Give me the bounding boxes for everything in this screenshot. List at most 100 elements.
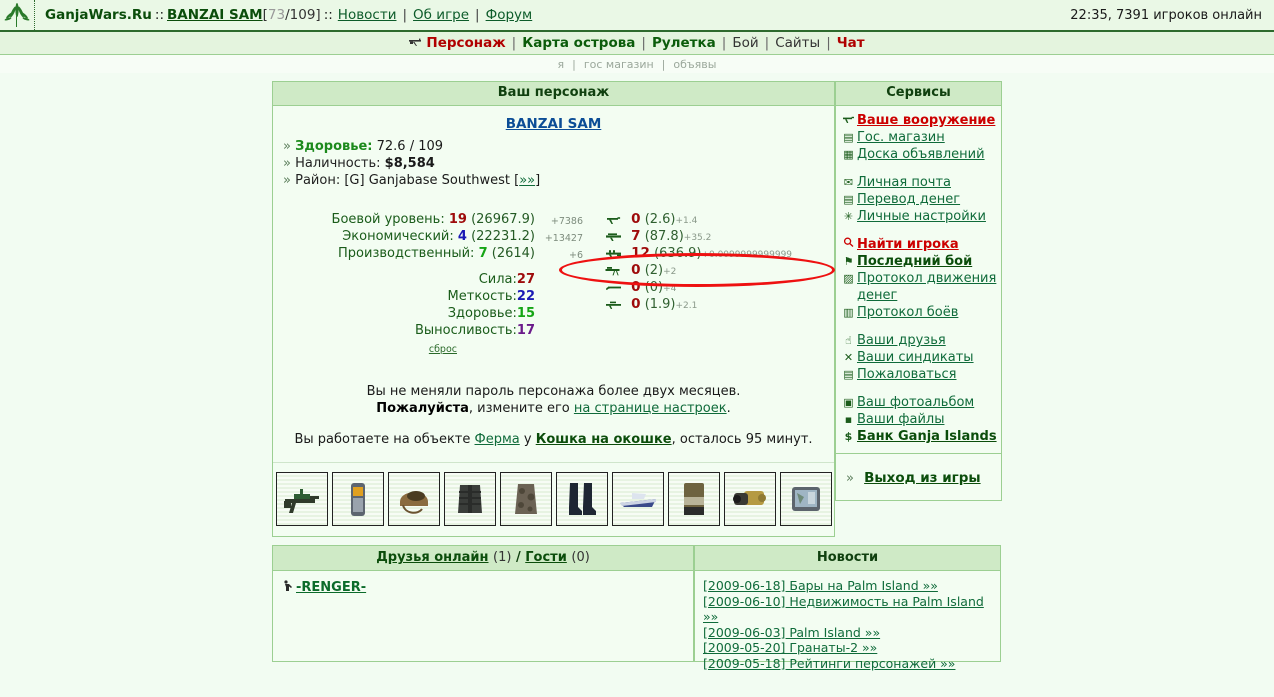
logout-panel: » Выход из игры <box>835 454 1002 501</box>
service-money-log[interactable]: ▨ Протокол движения денег <box>840 270 1001 304</box>
district-value: [G] Ganjabase Southwest <box>344 173 510 188</box>
service-personal-mail-link[interactable]: Личная почта <box>857 174 951 191</box>
item-backpack[interactable] <box>667 472 720 526</box>
service-your-friends-link[interactable]: Ваши друзья <box>857 332 946 349</box>
item-camo-jacket[interactable] <box>499 472 552 526</box>
item-body-armor-vest[interactable] <box>443 472 496 526</box>
settings-page-link[interactable]: на странице настроек <box>574 401 727 416</box>
work-owner-link[interactable]: Кошка на окошке <box>536 432 672 447</box>
service-photo-album[interactable]: ▣ Ваш фотоальбом <box>840 394 1001 411</box>
skill-row-machine-gun: 0 (2)+2 <box>605 262 834 279</box>
service-personal-settings[interactable]: ✳ Личные настройки <box>840 208 1001 225</box>
top-link-about[interactable]: Об игре <box>413 7 469 23</box>
service-complain-link[interactable]: Пожаловаться <box>857 366 957 383</box>
separator-1: :: <box>154 7 164 23</box>
character-name-link[interactable]: BANZAI SAM <box>506 116 602 132</box>
news-item-link-4[interactable]: [2009-05-20] Гранаты-2 »» <box>703 640 877 656</box>
news-item-link-5[interactable]: [2009-05-18] Рейтинги персонажей »» <box>703 656 955 671</box>
delta-combat: +7386 <box>550 216 583 227</box>
service-last-fight[interactable]: ⚑ Последний бой <box>840 253 1001 270</box>
service-money-transfer-link[interactable]: Перевод денег <box>857 191 960 208</box>
work-prefix: Вы работаете на объекте <box>294 432 475 447</box>
service-your-friends[interactable]: ☝ Ваши друзья <box>840 332 1001 349</box>
service-photo-album-link[interactable]: Ваш фотоальбом <box>857 394 974 411</box>
news-item[interactable]: [2009-06-03] Palm Island »» <box>703 625 1000 642</box>
level-combat-exp: (26967.9) <box>471 212 535 227</box>
services-gap-4 <box>840 383 1001 394</box>
service-find-player-link[interactable]: Найти игрока <box>857 236 959 253</box>
service-last-fight-link[interactable]: Последний бой <box>857 253 972 270</box>
service-bank-link[interactable]: Банк Ganja Islands <box>857 428 997 445</box>
friends-online-link[interactable]: Друзья онлайн <box>376 550 488 565</box>
board-icon: ▦ <box>843 148 854 161</box>
work-object-link[interactable]: Ферма <box>475 432 520 447</box>
service-gov-shop-link[interactable]: Гос. магазин <box>857 129 945 146</box>
friend-name-link[interactable]: -RENGER- <box>296 580 366 595</box>
service-fight-log[interactable]: ▥ Протокол боёв <box>840 304 1001 321</box>
magnifier-icon <box>840 236 857 253</box>
service-complain[interactable]: ▤ Пожаловаться <box>840 366 1001 383</box>
news-item[interactable]: [2009-05-18] Рейтинги персонажей »» <box>703 656 1000 673</box>
service-your-syndicates[interactable]: ✕ Ваши синдикаты <box>840 349 1001 366</box>
level-economic-exp: (22231.2) <box>471 229 535 244</box>
top-link-forum[interactable]: Форум <box>486 7 533 23</box>
news-item[interactable]: [2009-06-10] Недвижимость на Palm Island… <box>703 594 1000 626</box>
skill-sniper-rifle-base: (1.9) <box>644 297 676 312</box>
submenu-item-gov-shop[interactable]: гос магазин <box>584 58 654 71</box>
news-item-link-3[interactable]: [2009-06-03] Palm Island »» <box>703 625 880 640</box>
service-your-files[interactable]: ▪ Ваши файлы <box>840 411 1001 428</box>
menu-item-sites[interactable]: Сайты <box>775 35 820 51</box>
news-item[interactable]: [2009-06-18] Бары на Palm Island »» <box>703 578 1000 595</box>
top-link-news[interactable]: Новости <box>338 7 397 23</box>
item-gps-navigator[interactable] <box>779 472 832 526</box>
level-row-economic: Экономический: 4 (22231.2) <box>273 228 535 245</box>
service-find-player[interactable]: Найти игрока <box>840 236 1001 253</box>
menu-item-chat[interactable]: Чат <box>837 35 865 51</box>
service-money-transfer[interactable]: ▤ Перевод денег <box>840 191 1001 208</box>
news-item[interactable]: [2009-05-20] Гранаты-2 »» <box>703 641 1000 657</box>
service-money-log-link[interactable]: Протокол движения денег <box>857 270 1001 304</box>
current-user-link[interactable]: BANZAI SAM <box>167 7 263 23</box>
skill-sniper-rifle-value: 0 <box>631 296 641 312</box>
service-personal-mail[interactable]: ✉ Личная почта <box>840 174 1001 191</box>
service-bulletin-board[interactable]: ▦ Доска объявлений <box>840 146 1001 163</box>
item-boots[interactable] <box>555 472 608 526</box>
cannabis-leaf-icon <box>0 0 35 30</box>
floppy-icon: ▪ <box>844 413 853 426</box>
service-your-weapons-link[interactable]: Ваше вооружение <box>857 112 995 129</box>
district-link[interactable]: »» <box>519 173 535 188</box>
service-your-files-link[interactable]: Ваши файлы <box>857 411 944 428</box>
stats-reset: сброс <box>273 340 535 358</box>
rifle-icon <box>408 35 423 51</box>
service-fight-log-link[interactable]: Протокол боёв <box>857 304 958 321</box>
menu-item-character[interactable]: Персонаж <box>426 35 505 51</box>
service-bank[interactable]: $ Банк Ganja Islands <box>840 428 1001 445</box>
service-your-weapons[interactable]: Ваше вооружение <box>840 112 1001 129</box>
service-personal-settings-link[interactable]: Личные настройки <box>857 208 986 225</box>
friends-panel: Друзья онлайн (1) / Гости (0) -RENGER- <box>272 545 694 662</box>
item-helmet[interactable] <box>387 472 440 526</box>
service-your-syndicates-link[interactable]: Ваши синдикаты <box>857 349 974 366</box>
item-assault-rifle[interactable] <box>275 472 328 526</box>
soldier-icon <box>279 579 296 596</box>
skill-row-sniper-rifle: 0 (1.9)+2.1 <box>605 296 834 313</box>
item-binoculars[interactable] <box>723 472 776 526</box>
logout-link[interactable]: Выход из игры <box>864 470 980 486</box>
list-item[interactable]: -RENGER- <box>273 579 693 596</box>
menu-item-fight[interactable]: Бой <box>732 35 758 51</box>
reset-stats-link[interactable]: сброс <box>429 344 457 355</box>
skill-sniper-rifle-add: +2.1 <box>675 301 698 311</box>
submenu-item-ads[interactable]: объявы <box>673 58 716 71</box>
menu-item-roulette[interactable]: Рулетка <box>652 35 716 51</box>
item-speedboat[interactable] <box>611 472 664 526</box>
service-bulletin-board-link[interactable]: Доска объявлений <box>857 146 985 163</box>
guests-link[interactable]: Гости <box>525 550 567 565</box>
service-gov-shop[interactable]: ▤ Гос. магазин <box>840 129 1001 146</box>
stats-spacer <box>273 262 535 271</box>
menu-item-island-map[interactable]: Карта острова <box>522 35 635 51</box>
news-item-link-2[interactable]: [2009-06-10] Недвижимость на Palm Island… <box>703 594 984 625</box>
item-mobile-phone[interactable] <box>331 472 384 526</box>
skill-assault-rifle-base: (636.9) <box>654 246 702 261</box>
news-item-link-1[interactable]: [2009-06-18] Бары на Palm Island »» <box>703 578 938 593</box>
submenu-item-me[interactable]: я <box>558 58 565 71</box>
